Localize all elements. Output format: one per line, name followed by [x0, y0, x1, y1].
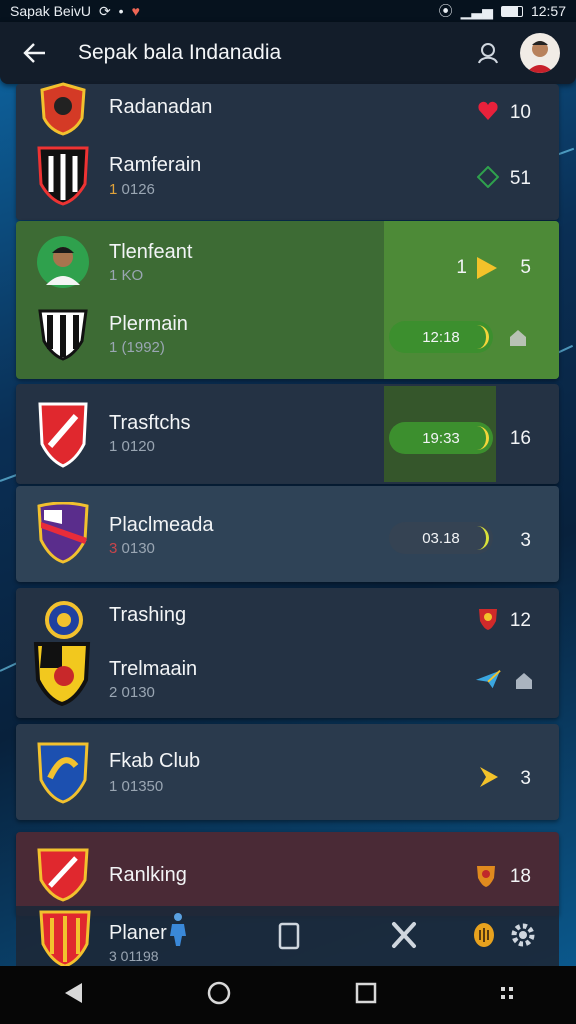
score-value: 51 — [509, 168, 531, 189]
match-card[interactable]: Placlmeada 3 0130 03.18 3 — [16, 486, 559, 582]
system-nav-bar — [0, 966, 576, 1024]
settings-gear-icon[interactable] — [510, 922, 536, 953]
list-item[interactable]: Tlenfeant 1 KO 1 5 — [16, 229, 559, 299]
dot-icon: • — [118, 3, 124, 19]
score-value: 16 — [509, 428, 531, 449]
team-name: Radanadan — [109, 96, 213, 118]
club-crest-icon — [36, 846, 90, 902]
status-bar: Sapak BeivU ⟳ • ♥ ⦿ ▁▃▅ 12:57 — [0, 0, 576, 22]
match-info: 1 KO — [109, 267, 144, 284]
ranking-card[interactable]: Ranlking 18 — [16, 832, 559, 916]
match-card[interactable]: Trasftchs 1 0120 19:33 16 — [16, 384, 559, 484]
club-crest-icon — [36, 82, 90, 136]
list-item[interactable]: Ranlking 18 — [16, 842, 559, 912]
match-card[interactable]: Trashing 12 Trelmaain 2 0130 — [16, 588, 559, 718]
team-name: Trasftchs — [109, 412, 191, 434]
user-avatar[interactable] — [520, 33, 560, 73]
match-info: 1 0126 — [109, 181, 155, 198]
match-card[interactable]: Fkab Club 1 01350 3 — [16, 724, 559, 820]
paper-plane-icon — [475, 666, 501, 692]
team-name: Placlmeada — [109, 514, 214, 536]
club-crest-icon — [36, 740, 90, 804]
crest-small-icon — [473, 862, 499, 888]
team-name: Fkab Club — [109, 750, 201, 772]
crest-small-icon — [475, 606, 501, 632]
match-info: 1 0120 — [109, 438, 155, 455]
player-figure-icon[interactable] — [166, 912, 190, 953]
pre-score-value: 1 — [456, 257, 467, 278]
sync-icon: ⟳ — [98, 2, 111, 19]
list-item[interactable]: Trasftchs 1 0120 19:33 16 — [16, 402, 559, 472]
list-item[interactable]: Ramferain 1 0126 51 — [16, 144, 559, 214]
club-crest-icon — [38, 908, 92, 968]
score-value: 3 — [520, 530, 531, 551]
match-info: 3 0130 — [109, 540, 155, 557]
score-value: 3 — [520, 768, 531, 789]
list-item[interactable]: Placlmeada 3 0130 03.18 3 — [16, 501, 559, 572]
play-arrow-icon[interactable] — [473, 255, 499, 281]
match-time-pill[interactable]: 12:18 — [389, 321, 493, 353]
team-name: Planer — [109, 922, 167, 944]
match-card[interactable]: Radanadan 10 Ramferain 1 0126 51 — [16, 82, 559, 220]
app-bar: Sepak bala Indanadia — [0, 22, 576, 84]
score-value: 10 — [509, 102, 531, 123]
battery-icon — [500, 5, 523, 17]
match-time-pill[interactable]: 19:33 — [389, 422, 493, 454]
club-crest-icon — [36, 146, 90, 206]
match-time-pill[interactable]: 03.18 — [389, 522, 493, 554]
status-time: 12:57 — [530, 3, 566, 19]
match-info: 2 0130 — [109, 684, 155, 701]
match-info: 1 (1992) — [109, 339, 165, 356]
list-item[interactable]: Plermain 1 (1992) 12:18 — [16, 301, 559, 371]
status-left-text: Sapak BeivU — [10, 3, 91, 19]
star-icon — [475, 764, 501, 790]
document-icon[interactable] — [278, 922, 300, 955]
score-value: 18 — [509, 866, 531, 887]
wifi-icon: ⦿ — [438, 3, 453, 19]
trophy-icon[interactable] — [472, 922, 496, 953]
list-item[interactable]: Trelmaain 2 0130 — [16, 642, 559, 712]
recents-square-icon[interactable] — [355, 982, 377, 1009]
page-title: Sepak bala Indanadia — [78, 41, 282, 64]
home-circle-icon[interactable] — [207, 981, 231, 1010]
home-icon — [511, 668, 537, 694]
heart-icon — [475, 98, 501, 124]
player-photo-icon — [36, 235, 90, 289]
team-name: Tlenfeant — [109, 241, 193, 263]
menu-dots-icon[interactable] — [500, 986, 514, 1005]
signal-icon: ▁▃▅ — [460, 2, 493, 19]
list-item[interactable]: Fkab Club 1 01350 3 — [16, 740, 559, 810]
back-triangle-icon[interactable] — [62, 981, 84, 1010]
back-arrow-icon[interactable] — [16, 35, 52, 71]
match-info: 1 01350 — [109, 778, 164, 795]
match-card-highlighted[interactable]: Tlenfeant 1 KO 1 5 Plermain 1 (1992) 12:… — [16, 221, 559, 379]
team-name: Plermain — [109, 313, 188, 335]
shield-icon: ♥ — [131, 3, 140, 19]
club-crest-icon — [44, 600, 84, 640]
club-crest-icon — [36, 501, 90, 564]
score-value: 5 — [520, 257, 531, 278]
bottom-nav: Planer 3 01198 — [16, 906, 559, 968]
team-name: Ranlking — [109, 864, 187, 886]
club-crest-icon — [36, 402, 90, 468]
diamond-outline-icon — [475, 164, 501, 190]
team-name: Trashing — [109, 604, 187, 626]
team-name: Trelmaain — [109, 658, 198, 680]
home-icon — [505, 325, 531, 351]
club-crest-icon — [36, 307, 90, 361]
match-info: 3 01198 — [109, 948, 159, 964]
tools-icon[interactable] — [390, 920, 418, 955]
club-crest-icon — [32, 640, 92, 707]
team-name: Ramferain — [109, 154, 202, 176]
profile-search-icon[interactable] — [470, 35, 506, 71]
score-value: 12 — [509, 610, 531, 631]
